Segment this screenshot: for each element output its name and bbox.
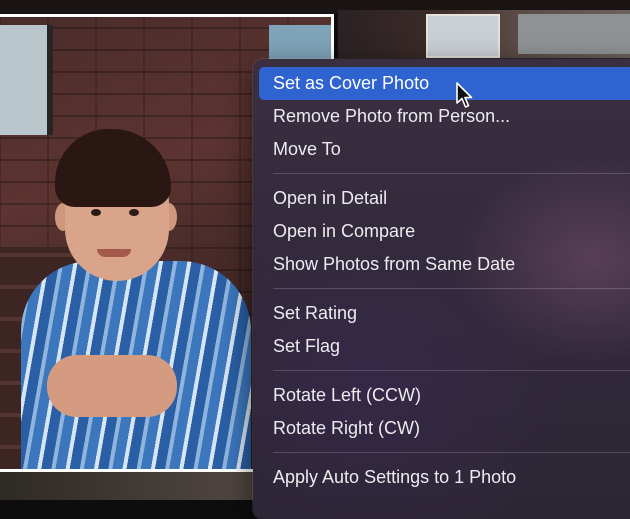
- photo-detail: [91, 209, 101, 216]
- menu-item-move-to[interactable]: Move To: [259, 133, 630, 166]
- photo-thumbnail[interactable]: [338, 10, 630, 58]
- menu-item-rotate-right[interactable]: Rotate Right (CW): [259, 412, 630, 445]
- thumbnail-detail: [426, 14, 500, 58]
- menu-separator: [273, 452, 630, 453]
- menu-item-show-photos-same-date[interactable]: Show Photos from Same Date: [259, 248, 630, 281]
- context-menu: Set as Cover Photo Remove Photo from Per…: [253, 59, 630, 519]
- menu-item-rotate-left[interactable]: Rotate Left (CCW): [259, 379, 630, 412]
- photo-detail: [129, 209, 139, 216]
- menu-separator: [273, 173, 630, 174]
- menu-separator: [273, 370, 630, 371]
- mouse-pointer-icon: [456, 82, 473, 108]
- menu-item-open-in-detail[interactable]: Open in Detail: [259, 182, 630, 215]
- photo-detail: [0, 25, 53, 135]
- photo-detail: [97, 249, 131, 257]
- menu-item-set-cover-photo[interactable]: Set as Cover Photo: [259, 67, 630, 100]
- menu-item-open-in-compare[interactable]: Open in Compare: [259, 215, 630, 248]
- thumbnail-detail: [518, 14, 630, 54]
- photo-detail: [269, 25, 331, 59]
- menu-item-apply-auto-settings[interactable]: Apply Auto Settings to 1 Photo: [259, 461, 630, 494]
- menu-item-remove-photo-from-person[interactable]: Remove Photo from Person...: [259, 100, 630, 133]
- menu-item-set-rating[interactable]: Set Rating: [259, 297, 630, 330]
- photo-detail: [55, 129, 171, 207]
- menu-item-set-flag[interactable]: Set Flag: [259, 330, 630, 363]
- menu-separator: [273, 288, 630, 289]
- photo-detail: [47, 355, 177, 417]
